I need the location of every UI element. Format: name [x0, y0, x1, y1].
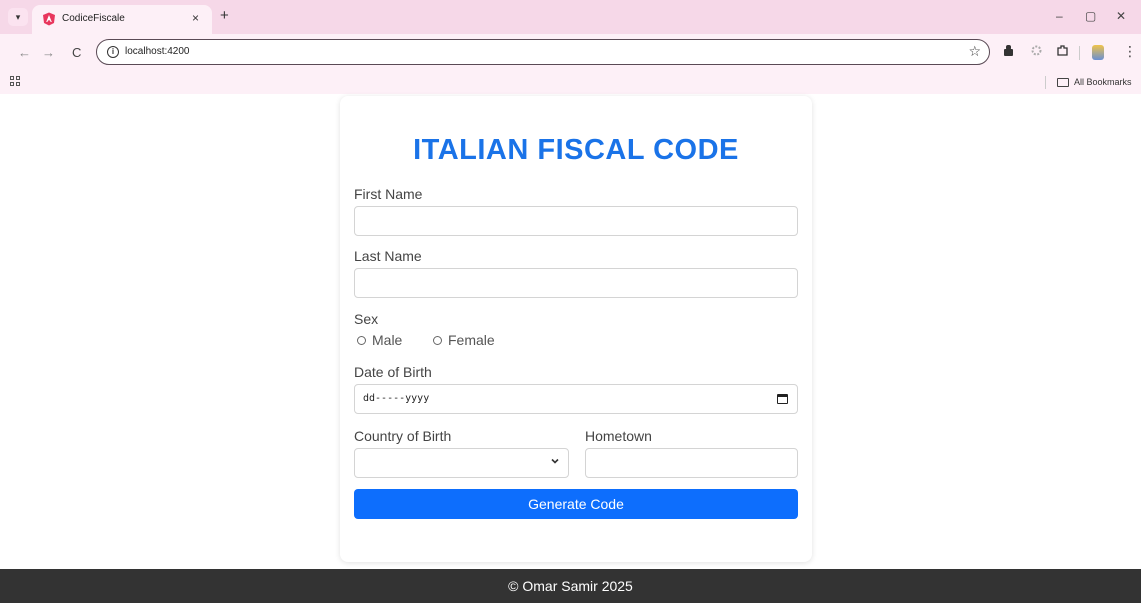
- dob-input[interactable]: dd-----yyyy: [354, 384, 798, 414]
- minimize-icon[interactable]: –: [1056, 9, 1063, 23]
- radio-label-male: Male: [372, 332, 403, 348]
- browser-tab[interactable]: CodiceFiscale ×: [32, 5, 212, 34]
- radio-label-female: Female: [448, 332, 495, 348]
- bookmark-star-icon[interactable]: ☆: [968, 43, 981, 60]
- first-name-input[interactable]: [354, 206, 798, 236]
- country-select[interactable]: [354, 448, 569, 478]
- tab-search-button[interactable]: ▾: [8, 8, 28, 26]
- apps-grid-icon[interactable]: [10, 76, 20, 86]
- radio-circle-icon[interactable]: [357, 336, 366, 345]
- chevron-down-icon: [551, 458, 559, 464]
- sex-radio-male[interactable]: Male: [357, 332, 402, 348]
- hometown-label: Hometown: [585, 428, 652, 444]
- bookmarks-divider: [1045, 76, 1046, 89]
- tab-strip: ▾ CodiceFiscale × + – ▢ ✕: [0, 0, 1141, 34]
- address-bar[interactable]: i localhost:4200 ☆: [96, 39, 990, 65]
- forward-icon[interactable]: →: [42, 45, 55, 60]
- country-label: Country of Birth: [354, 428, 452, 444]
- extension-gear-icon[interactable]: [1030, 44, 1043, 57]
- page-title: ITALIAN FISCAL CODE: [413, 134, 739, 166]
- all-bookmarks-link[interactable]: All Bookmarks: [1074, 77, 1132, 87]
- toolbar-divider: [1079, 46, 1080, 60]
- first-name-label: First Name: [354, 186, 423, 202]
- sex-label: Sex: [354, 311, 379, 327]
- site-info-icon[interactable]: i: [107, 46, 119, 58]
- last-name-label: Last Name: [354, 248, 422, 264]
- angular-favicon-icon: [43, 12, 55, 26]
- folder-icon[interactable]: [1057, 78, 1069, 87]
- menu-kebab-icon[interactable]: ⋮: [1123, 43, 1137, 60]
- profile-avatar-icon[interactable]: [1092, 45, 1104, 60]
- dob-placeholder: dd-----yyyy: [363, 393, 430, 404]
- new-tab-button[interactable]: +: [220, 8, 229, 23]
- extensions-puzzle-icon[interactable]: [1056, 44, 1069, 57]
- footer: © Omar Samir 2025: [0, 569, 1141, 603]
- dob-label: Date of Birth: [354, 364, 432, 380]
- hometown-input[interactable]: [585, 448, 798, 478]
- extension-icon[interactable]: [1002, 44, 1015, 57]
- url-text[interactable]: localhost:4200: [125, 46, 190, 57]
- browser-chrome: ▾ CodiceFiscale × + – ▢ ✕ ← → C i localh…: [0, 0, 1141, 94]
- footer-copyright: © Omar Samir 2025: [508, 578, 633, 594]
- bookmarks-bar: All Bookmarks: [0, 72, 1141, 94]
- browser-toolbar: ← → C i localhost:4200 ☆ ⋮: [0, 34, 1141, 72]
- sex-radio-female[interactable]: Female: [433, 332, 495, 348]
- last-name-input[interactable]: [354, 268, 798, 298]
- generate-code-button[interactable]: Generate Code: [354, 489, 798, 519]
- tab-title: CodiceFiscale: [62, 13, 125, 24]
- calendar-icon[interactable]: [777, 394, 788, 404]
- reload-icon[interactable]: C: [72, 45, 81, 60]
- tab-close-icon[interactable]: ×: [192, 11, 199, 25]
- fiscal-code-form-card: ITALIAN FISCAL CODE First Name Last Name…: [340, 96, 812, 562]
- restore-icon[interactable]: ▢: [1085, 9, 1096, 23]
- close-window-icon[interactable]: ✕: [1116, 9, 1126, 23]
- back-icon[interactable]: ←: [18, 45, 31, 60]
- radio-circle-icon[interactable]: [433, 336, 442, 345]
